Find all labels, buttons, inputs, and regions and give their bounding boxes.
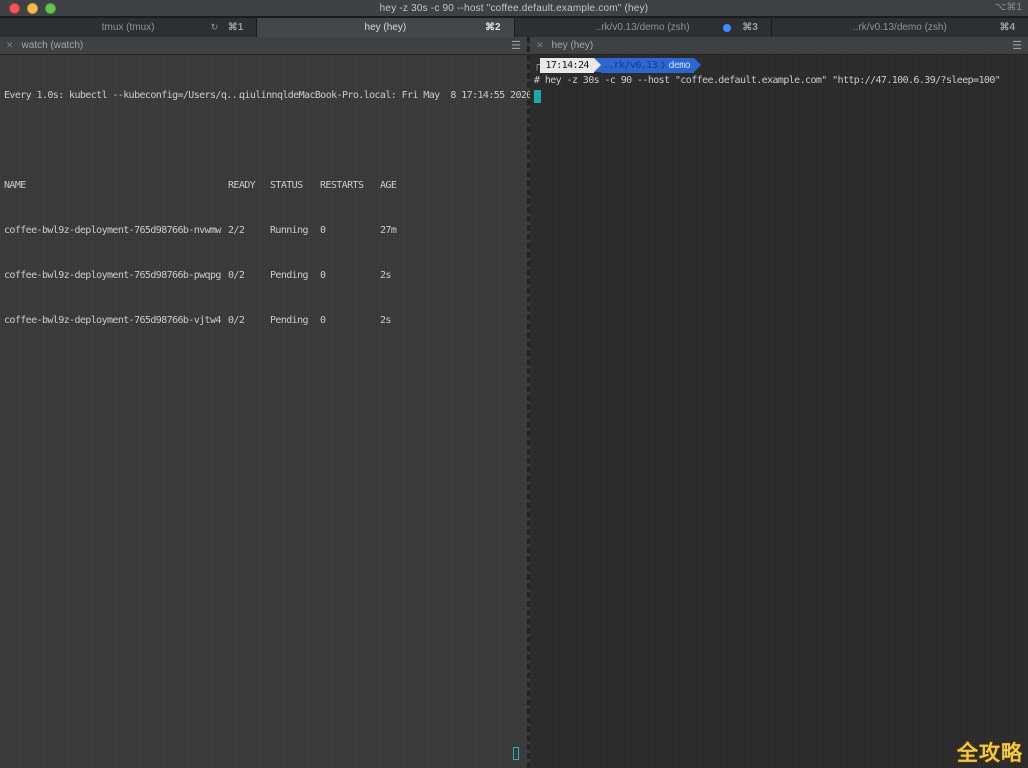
terminal-window: hey -z 30s -c 90 --host "coffee.default.… (0, 0, 1028, 768)
pod-age: 2s (380, 313, 527, 328)
prompt-path-segment: ..rk/v0.13❯demo (601, 58, 694, 73)
pod-restarts: 0 (320, 268, 380, 283)
tab-label: tmux (tmux) (102, 22, 155, 33)
hamburger-menu-icon[interactable]: ☰ (1012, 39, 1022, 52)
zoom-window-button[interactable] (45, 3, 56, 14)
split-pane-container: ✕ watch (watch) ☰ Every 1.0s: kubectl --… (0, 37, 1028, 768)
chevron-right-icon: ❯ (657, 60, 668, 71)
pod-age: 2s (380, 268, 527, 283)
tab-label: ..rk/v0.13/demo (zsh) (596, 22, 690, 33)
watch-command-text: Every 1.0s: kubectl --kubeconfig=/Users/… (4, 88, 239, 103)
table-header-row: NAME READY STATUS RESTARTS AGE (4, 178, 527, 193)
close-window-button[interactable] (9, 3, 20, 14)
close-pane-icon[interactable]: ✕ (536, 40, 544, 51)
tab-demo-zsh-3[interactable]: ..rk/v0.13/demo (zsh) ⌘3 (515, 17, 772, 37)
col-header-ready: READY (228, 178, 270, 193)
hamburger-menu-icon[interactable]: ☰ (511, 39, 521, 52)
col-header-status: STATUS (270, 178, 320, 193)
col-header-restarts: RESTARTS (320, 178, 380, 193)
pod-name: coffee-bwl9z-deployment-765d98766b-nvwmw (4, 223, 228, 238)
right-terminal-content[interactable]: ┌ 17:14:24 ..rk/v0.13❯demo # hey -z 30s … (530, 55, 1028, 768)
pod-age: 27m (380, 223, 527, 238)
prompt-path-parent: ..rk/v0.13 (603, 60, 657, 71)
left-pane-title: watch (watch) (22, 40, 84, 51)
tab-label: hey (hey) (365, 22, 407, 33)
prompt-corner-glyph: ┌ (534, 60, 539, 71)
minimize-window-button[interactable] (27, 3, 38, 14)
tab-hey-active[interactable]: hey (hey) ⌘2 (257, 17, 514, 37)
window-shortcut-hint: ⌥⌘1 (995, 2, 1022, 13)
powerline-separator-icon (594, 58, 601, 72)
right-pane-titlebar: ✕ hey (hey) ☰ (530, 37, 1028, 55)
watch-header-line: Every 1.0s: kubectl --kubeconfig=/Users/… (4, 88, 527, 103)
tab-tmux[interactable]: tmux (tmux) ↻ ⌘1 (0, 17, 257, 37)
tab-shortcut: ⌘3 (742, 22, 758, 33)
left-pane-titlebar: ✕ watch (watch) ☰ (0, 37, 527, 55)
terminal-cursor-active (534, 90, 541, 103)
pod-ready: 0/2 (228, 313, 270, 328)
traffic-lights (9, 3, 56, 14)
pod-ready: 0/2 (228, 268, 270, 283)
terminal-cursor-inactive (513, 747, 519, 760)
watch-host-timestamp: qiulinnqldeMacBook-Pro.local: Fri May 8 … (239, 88, 532, 103)
table-row: coffee-bwl9z-deployment-765d98766b-pwqpg… (4, 268, 527, 283)
table-row: coffee-bwl9z-deployment-765d98766b-vjtw4… (4, 313, 527, 328)
tab-demo-zsh-4[interactable]: ..rk/v0.13/demo (zsh) ⌘4 (772, 17, 1028, 37)
prompt-path-current: demo (668, 60, 690, 71)
tab-shortcut: ⌘2 (485, 22, 501, 33)
shell-prompt: ┌ 17:14:24 ..rk/v0.13❯demo (534, 57, 1028, 73)
pod-restarts: 0 (320, 313, 380, 328)
activity-icon: ↻ (211, 22, 219, 33)
window-titlebar[interactable]: hey -z 30s -c 90 --host "coffee.default.… (0, 0, 1028, 17)
pod-ready: 2/2 (228, 223, 270, 238)
powerline-arrow-icon (694, 58, 701, 72)
pod-restarts: 0 (320, 223, 380, 238)
watermark-text: 全攻略 (957, 737, 1023, 767)
pod-status: Pending (270, 313, 320, 328)
table-row: coffee-bwl9z-deployment-765d98766b-nvwmw… (4, 223, 527, 238)
left-pane-watch: ✕ watch (watch) ☰ Every 1.0s: kubectl --… (0, 37, 530, 768)
left-terminal-content[interactable]: Every 1.0s: kubectl --kubeconfig=/Users/… (0, 55, 527, 768)
pod-name: coffee-bwl9z-deployment-765d98766b-pwqpg (4, 268, 228, 283)
tab-bar: tmux (tmux) ↻ ⌘1 hey (hey) ⌘2 ..rk/v0.13… (0, 17, 1028, 37)
window-title: hey -z 30s -c 90 --host "coffee.default.… (380, 3, 649, 14)
command-line: # hey -z 30s -c 90 --host "coffee.defaul… (534, 73, 1028, 88)
col-header-name: NAME (4, 178, 228, 193)
tab-shortcut: ⌘4 (999, 22, 1015, 33)
pod-status: Running (270, 223, 320, 238)
notification-dot-icon (723, 24, 731, 32)
tab-label: ..rk/v0.13/demo (zsh) (853, 22, 947, 33)
pod-status: Pending (270, 268, 320, 283)
tab-shortcut: ⌘1 (228, 22, 244, 33)
col-header-age: AGE (380, 178, 527, 193)
prompt-time-segment: 17:14:24 (540, 58, 593, 73)
pod-name: coffee-bwl9z-deployment-765d98766b-vjtw4 (4, 313, 228, 328)
close-pane-icon[interactable]: ✕ (6, 40, 14, 51)
right-pane-hey: ✕ hey (hey) ☰ ┌ 17:14:24 ..rk/v0.13❯demo… (530, 37, 1028, 768)
right-pane-title: hey (hey) (552, 40, 594, 51)
